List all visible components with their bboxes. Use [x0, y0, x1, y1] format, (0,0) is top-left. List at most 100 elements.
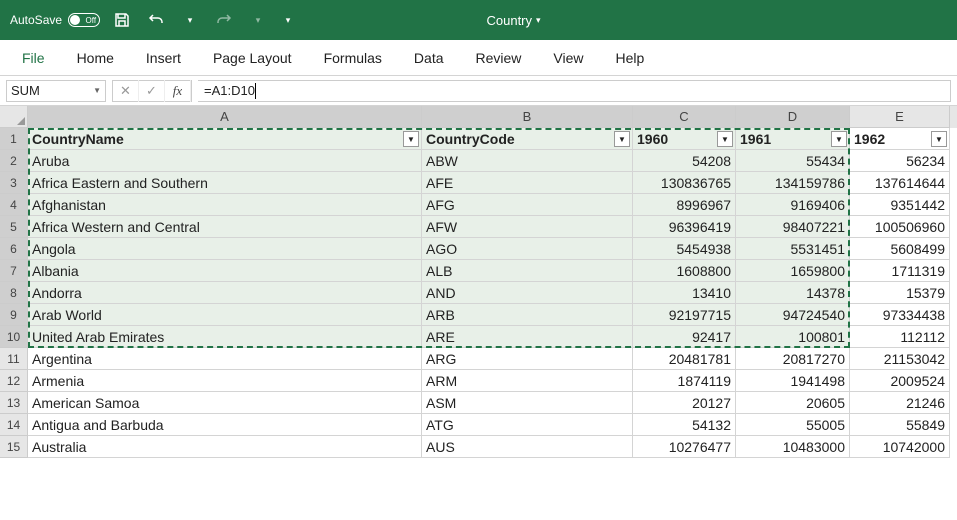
cell[interactable]: 56234 — [850, 150, 950, 172]
cancel-formula-icon[interactable]: ✕ — [113, 80, 139, 102]
row-header[interactable]: 3 — [0, 172, 28, 194]
row-header[interactable]: 5 — [0, 216, 28, 238]
cell[interactable]: 92417 — [633, 326, 736, 348]
filter-dropdown-icon[interactable]: ▼ — [931, 131, 947, 147]
row-header[interactable]: 4 — [0, 194, 28, 216]
cell[interactable]: 15379 — [850, 282, 950, 304]
undo-dropdown-icon[interactable]: ▾ — [178, 8, 202, 32]
select-all-corner[interactable] — [0, 106, 28, 128]
cell[interactable]: 2009524 — [850, 370, 950, 392]
cell[interactable]: ASM — [422, 392, 633, 414]
cell[interactable]: 8996967 — [633, 194, 736, 216]
toggle-switch[interactable]: Off — [68, 13, 100, 27]
cell[interactable]: 9169406 — [736, 194, 850, 216]
cell[interactable]: AFE — [422, 172, 633, 194]
cell[interactable]: 1659800 — [736, 260, 850, 282]
row-header[interactable]: 11 — [0, 348, 28, 370]
cell[interactable]: ARM — [422, 370, 633, 392]
cell[interactable]: Albania — [28, 260, 422, 282]
cell[interactable]: 54132 — [633, 414, 736, 436]
cell[interactable]: AFW — [422, 216, 633, 238]
cell[interactable]: 21153042 — [850, 348, 950, 370]
row-header[interactable]: 14 — [0, 414, 28, 436]
cell[interactable]: 21246 — [850, 392, 950, 414]
tab-file[interactable]: File — [10, 44, 57, 72]
cell[interactable]: Andorra — [28, 282, 422, 304]
cell[interactable]: 9351442 — [850, 194, 950, 216]
cell[interactable]: 20127 — [633, 392, 736, 414]
filter-dropdown-icon[interactable]: ▼ — [831, 131, 847, 147]
save-icon[interactable] — [110, 8, 134, 32]
cell[interactable]: 100506960 — [850, 216, 950, 238]
cell[interactable]: AND — [422, 282, 633, 304]
cell[interactable]: 130836765 — [633, 172, 736, 194]
cell[interactable]: 20817270 — [736, 348, 850, 370]
cell[interactable]: United Arab Emirates — [28, 326, 422, 348]
filter-dropdown-icon[interactable]: ▼ — [717, 131, 733, 147]
cell[interactable]: 94724540 — [736, 304, 850, 326]
tab-data[interactable]: Data — [402, 44, 456, 72]
undo-icon[interactable] — [144, 8, 168, 32]
row-header[interactable]: 10 — [0, 326, 28, 348]
cell[interactable]: Africa Western and Central — [28, 216, 422, 238]
tab-insert[interactable]: Insert — [134, 44, 193, 72]
cell[interactable]: 55434 — [736, 150, 850, 172]
col-header-b[interactable]: B — [422, 106, 633, 128]
cell[interactable]: 100801 — [736, 326, 850, 348]
header-cell[interactable]: 1962▼ — [850, 128, 950, 150]
cell[interactable]: Argentina — [28, 348, 422, 370]
col-header-a[interactable]: A — [28, 106, 422, 128]
cell[interactable]: Armenia — [28, 370, 422, 392]
cell[interactable]: Australia — [28, 436, 422, 458]
header-cell[interactable]: 1961▼ — [736, 128, 850, 150]
row-header[interactable]: 15 — [0, 436, 28, 458]
cell[interactable]: 98407221 — [736, 216, 850, 238]
cell[interactable]: ABW — [422, 150, 633, 172]
row-header[interactable]: 1 — [0, 128, 28, 150]
cell[interactable]: 10276477 — [633, 436, 736, 458]
tab-home[interactable]: Home — [65, 44, 126, 72]
tab-review[interactable]: Review — [464, 44, 534, 72]
cell[interactable]: ARB — [422, 304, 633, 326]
tab-formulas[interactable]: Formulas — [312, 44, 394, 72]
cell[interactable]: Africa Eastern and Southern — [28, 172, 422, 194]
cell[interactable]: 97334438 — [850, 304, 950, 326]
cell[interactable]: 54208 — [633, 150, 736, 172]
cell[interactable]: 5454938 — [633, 238, 736, 260]
row-header[interactable]: 13 — [0, 392, 28, 414]
row-header[interactable]: 8 — [0, 282, 28, 304]
cell[interactable]: 5531451 — [736, 238, 850, 260]
tab-help[interactable]: Help — [604, 44, 657, 72]
cell[interactable]: 1874119 — [633, 370, 736, 392]
cell[interactable]: 1711319 — [850, 260, 950, 282]
tab-page-layout[interactable]: Page Layout — [201, 44, 304, 72]
header-cell[interactable]: 1960▼ — [633, 128, 736, 150]
cell[interactable]: Arab World — [28, 304, 422, 326]
cell[interactable]: 96396419 — [633, 216, 736, 238]
cell[interactable]: 10483000 — [736, 436, 850, 458]
autosave-toggle[interactable]: AutoSave Off — [10, 13, 100, 27]
cell[interactable]: 1608800 — [633, 260, 736, 282]
cell[interactable]: ARG — [422, 348, 633, 370]
cell[interactable]: 20605 — [736, 392, 850, 414]
row-header[interactable]: 7 — [0, 260, 28, 282]
name-box[interactable]: SUM▼ — [6, 80, 106, 102]
fx-icon[interactable]: fx — [165, 80, 191, 102]
header-cell[interactable]: CountryCode▼ — [422, 128, 633, 150]
redo-icon[interactable] — [212, 8, 236, 32]
cell[interactable]: 14378 — [736, 282, 850, 304]
document-title[interactable]: Country▾ — [300, 13, 727, 28]
qat-customize-icon[interactable]: ▾ — [276, 8, 300, 32]
tab-view[interactable]: View — [541, 44, 595, 72]
row-header[interactable]: 9 — [0, 304, 28, 326]
row-header[interactable]: 2 — [0, 150, 28, 172]
cell[interactable]: ALB — [422, 260, 633, 282]
col-header-e[interactable]: E — [850, 106, 950, 128]
cell[interactable]: 55849 — [850, 414, 950, 436]
cell[interactable]: 13410 — [633, 282, 736, 304]
enter-formula-icon[interactable]: ✓ — [139, 80, 165, 102]
cell[interactable]: 137614644 — [850, 172, 950, 194]
header-cell[interactable]: CountryName▼ — [28, 128, 422, 150]
cell[interactable]: AGO — [422, 238, 633, 260]
cell[interactable]: 92197715 — [633, 304, 736, 326]
